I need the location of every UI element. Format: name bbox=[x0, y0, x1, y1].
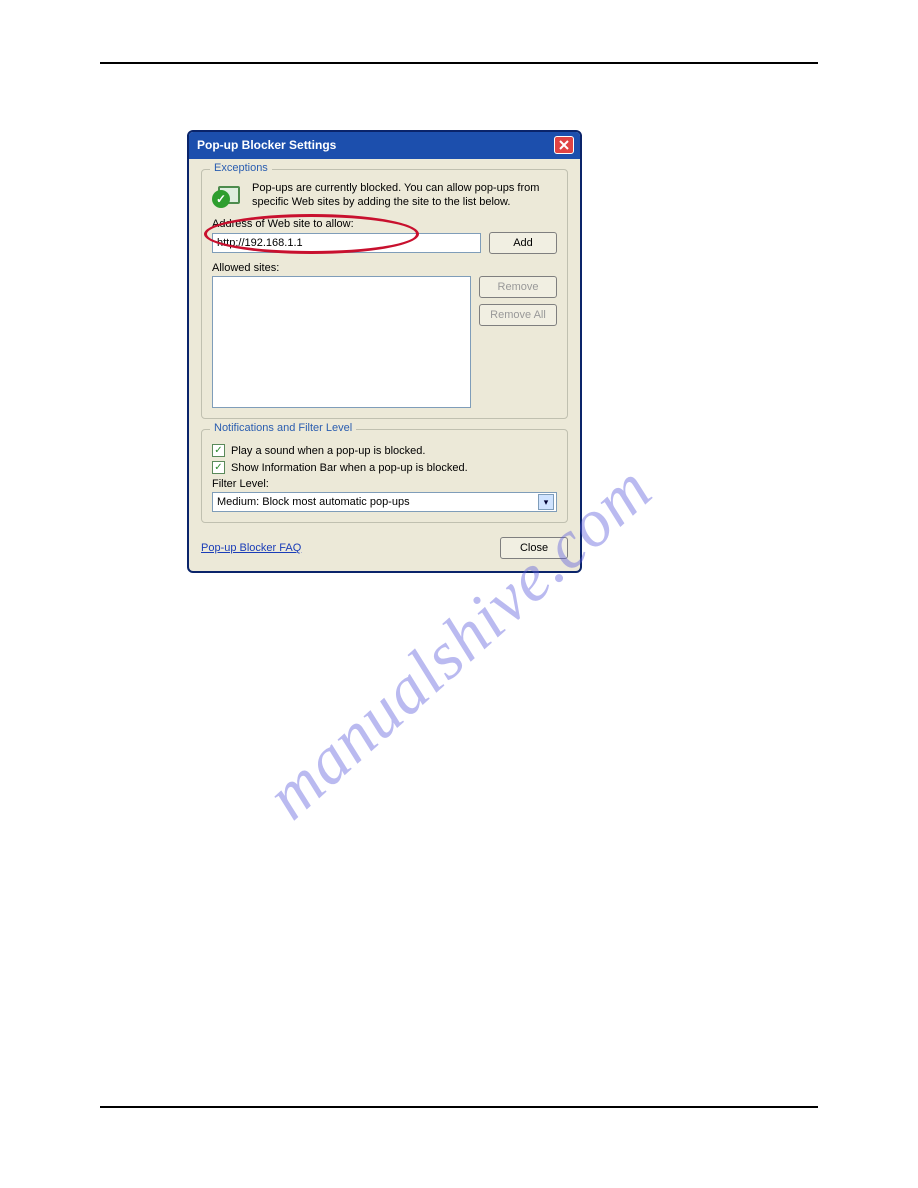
dialog-body: Exceptions ✓ Pop-ups are currently block… bbox=[189, 159, 580, 571]
address-input[interactable] bbox=[212, 233, 481, 253]
play-sound-label: Play a sound when a pop-up is blocked. bbox=[231, 445, 425, 457]
show-infobar-label: Show Information Bar when a pop-up is bl… bbox=[231, 462, 468, 474]
remove-button[interactable]: Remove bbox=[479, 276, 557, 298]
allow-popup-icon: ✓ bbox=[212, 182, 244, 210]
play-sound-checkbox[interactable]: ✓ bbox=[212, 444, 225, 457]
exceptions-group: Exceptions ✓ Pop-ups are currently block… bbox=[201, 169, 568, 419]
add-button[interactable]: Add bbox=[489, 232, 557, 254]
filter-level-label: Filter Level: bbox=[212, 478, 557, 490]
notifications-legend: Notifications and Filter Level bbox=[210, 422, 356, 434]
allowed-sites-list[interactable] bbox=[212, 276, 471, 408]
allowed-sites-label: Allowed sites: bbox=[212, 262, 557, 274]
exceptions-description: Pop-ups are currently blocked. You can a… bbox=[252, 182, 557, 210]
divider-top bbox=[100, 62, 818, 64]
close-icon[interactable] bbox=[554, 136, 574, 154]
dialog-title: Pop-up Blocker Settings bbox=[197, 138, 336, 152]
popup-blocker-settings-dialog: Pop-up Blocker Settings Exceptions ✓ Pop… bbox=[187, 130, 582, 573]
filter-level-select[interactable]: Medium: Block most automatic pop-ups ▾ bbox=[212, 492, 557, 512]
divider-bottom bbox=[100, 1106, 818, 1108]
faq-link[interactable]: Pop-up Blocker FAQ bbox=[201, 542, 301, 554]
titlebar[interactable]: Pop-up Blocker Settings bbox=[189, 132, 580, 159]
close-button[interactable]: Close bbox=[500, 537, 568, 559]
address-label: Address of Web site to allow: bbox=[212, 218, 557, 230]
exceptions-legend: Exceptions bbox=[210, 162, 272, 174]
chevron-down-icon: ▾ bbox=[538, 494, 554, 510]
remove-all-button[interactable]: Remove All bbox=[479, 304, 557, 326]
filter-level-value: Medium: Block most automatic pop-ups bbox=[217, 496, 410, 508]
show-infobar-checkbox[interactable]: ✓ bbox=[212, 461, 225, 474]
notifications-group: Notifications and Filter Level ✓ Play a … bbox=[201, 429, 568, 523]
